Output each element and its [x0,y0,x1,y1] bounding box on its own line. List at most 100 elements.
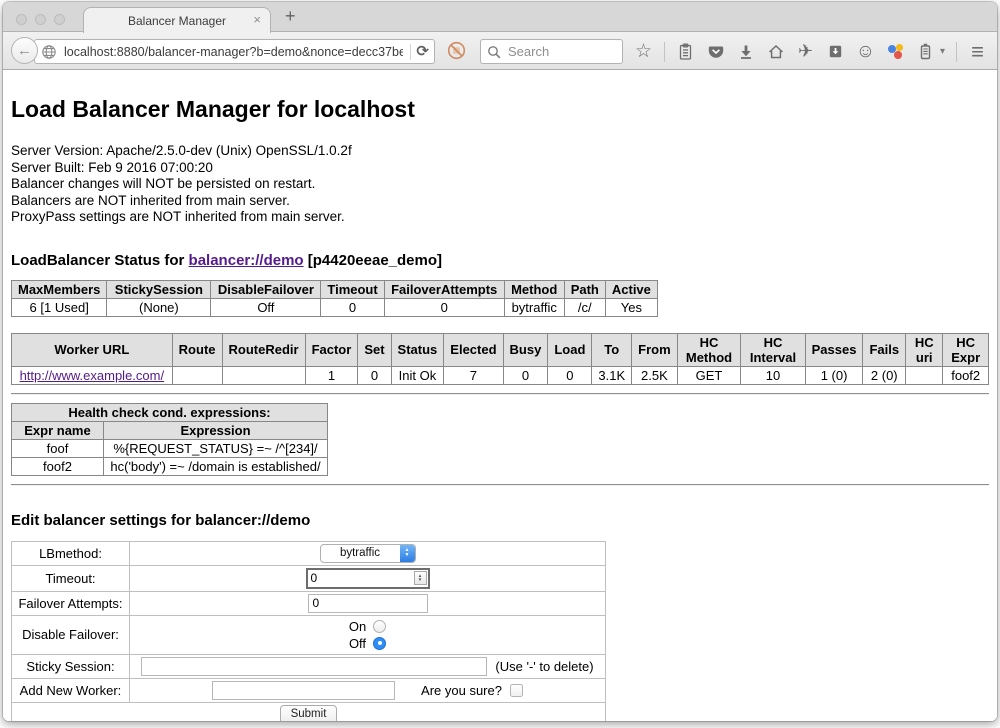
server-version: Server Version: Apache/2.5.0-dev (Unix) … [11,143,989,160]
col-to: To [592,333,632,366]
col-hc-method: HC Method [677,333,741,366]
back-button[interactable]: ← [11,37,38,64]
col-route: Route [172,333,222,366]
battery-extension-icon[interactable] [916,41,935,63]
browser-window: Balancer Manager × + ← ⟳ ☆ [3,2,997,721]
sticky-session-hint: (Use '-' to delete) [495,659,593,674]
lbmethod-select[interactable]: bytraffic ▲▼ [320,544,416,563]
minimize-window-button[interactable] [35,14,46,25]
feedback-smiley-icon[interactable]: ☺ [856,41,875,63]
add-worker-input[interactable] [212,681,395,700]
cell-passes: 1 (0) [805,366,863,384]
close-window-button[interactable] [16,14,27,25]
cell-set: 0 [358,366,391,384]
cell-hc-expr: foof2 [943,366,989,384]
zoom-window-button[interactable] [54,14,65,25]
table-row: foof2 hc('body') =~ /domain is establish… [12,457,328,475]
url-bar[interactable]: ⟳ [34,39,435,64]
table-row: http://www.example.com/ 1 0 Init Ok 7 0 … [12,366,989,384]
url-input[interactable] [62,44,405,60]
col-from: From [632,333,678,366]
timeout-input[interactable] [308,571,414,585]
home-icon[interactable] [766,41,785,63]
sticky-session-label: Sticky Session: [12,654,130,678]
clipboard-icon[interactable] [676,41,695,63]
status-heading-prefix: LoadBalancer Status for [11,252,189,269]
submit-button[interactable]: Submit [280,705,338,722]
cell-maxmembers: 6 [1 Used] [12,298,107,316]
form-row-submit: Submit [12,702,606,721]
box-download-icon[interactable] [826,41,845,63]
cell-expression: hc('body') =~ /domain is established/ [104,457,328,475]
tab-bar: Balancer Manager × + [3,2,997,32]
cell-timeout: 0 [321,298,384,316]
new-tab-button[interactable]: + [285,6,296,27]
cell-load: 0 [548,366,592,384]
search-input[interactable] [506,43,616,60]
divider [11,484,989,486]
notice-inherit-proxypass: ProxyPass settings are NOT inherited fro… [11,209,989,226]
lbmethod-selected-value: bytraffic [321,547,400,559]
notice-inherit-balancers: Balancers are NOT inherited from main se… [11,193,989,210]
content-blocked-icon[interactable] [447,41,466,60]
search-bar[interactable] [480,39,623,64]
col-load: Load [548,333,592,366]
cell-disablefailover: Off [211,298,321,316]
number-spinner-icon[interactable]: ▲▼ [414,571,427,585]
loadbalancer-status-heading: LoadBalancer Status for balancer://demo … [11,252,989,269]
urlbar-divider [410,44,411,60]
cell-active: Yes [605,298,657,316]
table-row: 6 [1 Used] (None) Off 0 0 bytraffic /c/ … [12,298,658,316]
form-row-lbmethod: LBmethod: bytraffic ▲▼ [12,541,606,565]
chevron-down-icon[interactable]: ▾ [940,46,945,57]
disable-failover-on-radio[interactable] [373,620,386,633]
cell-hc-method: GET [677,366,741,384]
timeout-field[interactable]: ▲▼ [306,568,430,589]
status-heading-suffix: [p4420eeae_demo] [304,252,442,269]
worker-url-link[interactable]: http://www.example.com/ [20,368,165,383]
page-title: Load Balancer Manager for localhost [11,96,989,123]
cell-hc-interval: 10 [741,366,805,384]
col-worker-url: Worker URL [12,333,173,366]
balancer-demo-link[interactable]: balancer://demo [189,252,304,269]
timeout-label: Timeout: [12,565,130,591]
cell-expr-name: foof [12,439,104,457]
col-maxmembers: MaxMembers [12,280,107,298]
col-fails: Fails [863,333,906,366]
worker-table: Worker URL Route RouteRedir Factor Set S… [11,333,989,385]
failover-attempts-label: Failover Attempts: [12,591,130,615]
col-busy: Busy [503,333,548,366]
failover-attempts-input[interactable] [308,594,428,613]
globe-icon [41,44,57,60]
tab-balancer-manager[interactable]: Balancer Manager × [83,7,271,33]
menu-hamburger-icon[interactable]: ≡ [968,41,987,63]
confirm-checkbox[interactable] [510,684,523,697]
cell-to: 3.1K [592,366,632,384]
col-expression: Expression [104,421,328,439]
cell-stickysession: (None) [107,298,211,316]
cell-status: Init Ok [391,366,444,384]
col-timeout: Timeout [321,280,384,298]
form-row-sticky-session: Sticky Session: (Use '-' to delete) [12,654,606,678]
window-controls [16,14,65,25]
edit-settings-heading: Edit balancer settings for balancer://de… [11,512,989,529]
colored-dots-extension-icon[interactable] [886,42,905,61]
toolbar-divider [956,42,957,62]
col-expr-name: Expr name [12,421,104,439]
col-elected: Elected [444,333,503,366]
pocket-icon[interactable] [706,41,725,63]
disable-failover-off-radio[interactable] [373,637,386,650]
tab-close-icon[interactable]: × [253,13,261,26]
navigation-toolbar: ← ⟳ ☆ [3,32,997,70]
confirm-label: Are you sure? [421,683,502,698]
bookmark-star-icon[interactable]: ☆ [634,41,653,63]
notice-persist: Balancer changes will NOT be persisted o… [11,176,989,193]
health-table-title: Health check cond. expressions: [12,403,328,421]
col-status: Status [391,333,444,366]
downloads-icon[interactable] [736,41,755,63]
reload-icon[interactable]: ⟳ [416,44,429,59]
send-tab-icon[interactable]: ✈ [796,41,815,63]
sticky-session-input[interactable] [141,657,487,676]
cell-path: /c/ [564,298,605,316]
add-worker-label: Add New Worker: [12,678,130,702]
